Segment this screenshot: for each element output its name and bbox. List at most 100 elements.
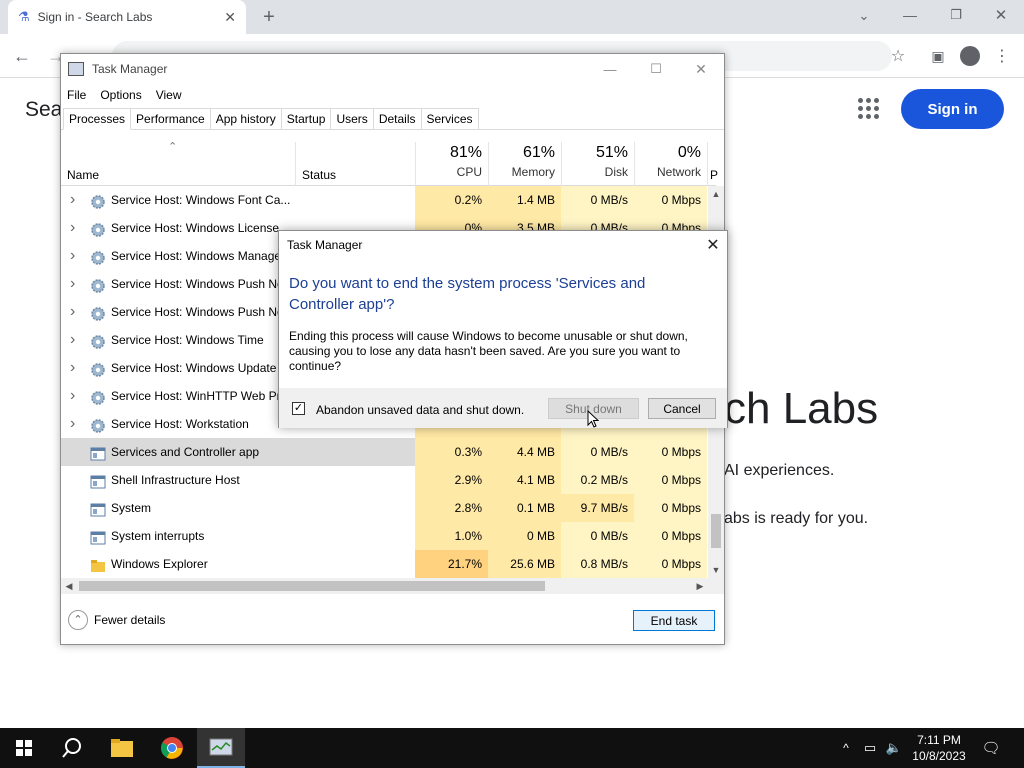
process-row[interactable]: Services and Controller app 0.3% 4.4 MB 0 M… (61, 438, 707, 466)
tab-startup[interactable]: Startup (280, 108, 332, 129)
col-power[interactable]: P (707, 142, 718, 186)
taskbar-file-explorer[interactable] (98, 728, 146, 768)
process-name: Service Host: Workstation (111, 417, 249, 431)
menu-view[interactable]: View (156, 88, 182, 102)
process-row[interactable]: › Service Host: Windows Font Ca... 0.2% 1.4… (61, 186, 707, 214)
side-panel-icon[interactable]: ▣ (928, 46, 948, 66)
col-status-label: Status (302, 168, 337, 182)
tm-maximize-icon[interactable]: ☐ (645, 58, 667, 80)
col-disk[interactable]: 51% Disk (561, 142, 634, 186)
scroll-up-icon[interactable]: ▲ (708, 186, 724, 202)
process-row[interactable]: System interrupts 1.0% 0 MB 0 MB/s 0 Mbps (61, 522, 707, 550)
process-cpu-value: 0.2% (415, 186, 488, 214)
process-mem-value: 0 MB (488, 522, 561, 550)
process-disk-value: 0.8 MB/s (561, 550, 634, 578)
show-hidden-icons-icon[interactable]: ^ (838, 738, 854, 758)
tm-minimize-icon[interactable]: — (599, 58, 621, 80)
tab-users[interactable]: Users (330, 108, 374, 129)
process-row[interactable]: Windows Explorer 21.7% 25.6 MB 0.8 MB/s 0 Mb… (61, 550, 707, 578)
col-name[interactable]: Name (61, 142, 295, 186)
col-status[interactable]: Status (295, 142, 415, 186)
process-name: Service Host: Windows License ... (111, 221, 293, 235)
browser-tab[interactable]: ⚗ Sign in - Search Labs ✕ (8, 0, 246, 34)
process-cpu-value: 2.9% (415, 466, 488, 494)
cancel-button[interactable]: Cancel (648, 398, 716, 419)
expand-chevron-icon[interactable]: › (70, 242, 75, 270)
process-name: Service Host: WinHTTP Web Pro... (111, 389, 298, 403)
expand-chevron-icon[interactable]: › (70, 410, 75, 438)
process-mem-value: 4.1 MB (488, 466, 561, 494)
browser-menu-icon[interactable]: ⋮ (992, 46, 1012, 66)
notifications-icon[interactable]: 🗨 (980, 737, 1002, 759)
taskbar-clock[interactable]: 7:11 PM 10/8/2023 (905, 732, 973, 764)
taskbar-search-button[interactable] (48, 728, 96, 768)
profile-avatar-icon[interactable] (960, 46, 980, 66)
col-memory[interactable]: 61% Memory (488, 142, 561, 186)
process-name: Service Host: Windows Font Ca... (111, 193, 291, 207)
scroll-right-icon[interactable]: ▶ (692, 578, 708, 594)
google-apps-icon[interactable] (858, 98, 880, 120)
close-tab-icon[interactable]: ✕ (224, 9, 236, 26)
task-manager-titlebar[interactable]: Task Manager — ☐ ✕ (61, 54, 724, 84)
tab-app-history[interactable]: App history (209, 108, 282, 129)
abandon-data-label[interactable]: Abandon unsaved data and shut down. (316, 403, 524, 417)
horizontal-scroll-thumb[interactable] (79, 581, 545, 591)
sign-in-button[interactable]: Sign in (901, 89, 1004, 129)
expand-chevron-icon[interactable]: › (70, 186, 75, 214)
start-button[interactable] (0, 728, 48, 768)
dialog-close-icon[interactable]: ✕ (703, 235, 723, 255)
col-network[interactable]: 0% Network (634, 142, 707, 186)
col-cpu-label: CPU (456, 165, 482, 179)
tab-performance[interactable]: Performance (130, 108, 211, 129)
volume-muted-icon[interactable]: 🔈 (884, 738, 904, 758)
horizontal-scrollbar[interactable]: ◀ ▶ (61, 578, 724, 594)
scroll-left-icon[interactable]: ◀ (61, 578, 77, 594)
process-disk-value: 0 MB/s (561, 522, 634, 550)
process-disk-value: 0 MB/s (561, 186, 634, 214)
scroll-down-icon[interactable]: ▼ (708, 562, 724, 578)
page-title-partial: Sea (25, 98, 63, 121)
back-arrow-icon[interactable]: ← (10, 44, 34, 68)
menu-file[interactable]: File (67, 88, 86, 102)
tm-close-icon[interactable]: ✕ (690, 58, 712, 80)
col-cpu[interactable]: 81% CPU (415, 142, 488, 186)
vertical-scroll-thumb[interactable] (711, 514, 721, 548)
service-gear-icon (90, 360, 106, 377)
app-window-icon (90, 528, 106, 545)
tab-title: Sign in - Search Labs (37, 10, 153, 24)
end-task-button[interactable]: End task (633, 610, 715, 631)
process-cpu-value: 2.8% (415, 494, 488, 522)
expand-chevron-icon[interactable]: › (70, 298, 75, 326)
search-labs-favicon-icon: ⚗ (18, 9, 30, 24)
task-manager-footer: ⌃ Fewer details (61, 604, 724, 644)
network-icon[interactable]: ▭ (860, 738, 880, 758)
dialog-title: Task Manager (287, 238, 363, 252)
minimize-icon[interactable]: — (898, 4, 922, 26)
process-row[interactable]: System 2.8% 0.1 MB 9.7 MB/s 0 Mbps (61, 494, 707, 522)
taskbar-chrome[interactable] (148, 728, 196, 768)
restore-icon[interactable]: ❐ (944, 4, 968, 26)
menu-options[interactable]: Options (100, 88, 141, 102)
expand-chevron-icon[interactable]: › (70, 326, 75, 354)
tab-services[interactable]: Services (420, 108, 479, 129)
fewer-details-link[interactable]: Fewer details (94, 613, 165, 627)
taskbar-task-manager[interactable] (197, 728, 245, 768)
expand-chevron-icon[interactable]: › (70, 354, 75, 382)
process-name: Service Host: Windows Update (111, 361, 277, 375)
window-close-icon[interactable]: ✕ (989, 4, 1013, 26)
process-net-value: 0 Mbps (634, 438, 707, 466)
task-manager-app-icon (209, 738, 233, 756)
tab-details[interactable]: Details (372, 108, 422, 129)
collapse-up-icon[interactable]: ⌃ (68, 610, 88, 630)
expand-chevron-icon[interactable]: › (70, 382, 75, 410)
process-row[interactable]: Shell Infrastructure Host 2.9% 4.1 MB 0.2 M… (61, 466, 707, 494)
tab-search-chevron-icon[interactable]: ⌄ (852, 5, 876, 27)
abandon-data-checkbox[interactable]: ✓ (292, 402, 305, 415)
process-name: Shell Infrastructure Host (111, 473, 240, 487)
process-net-value: 0 Mbps (634, 522, 707, 550)
hero-subtitle-2: abs is ready for you. (724, 510, 869, 527)
expand-chevron-icon[interactable]: › (70, 270, 75, 298)
tab-processes[interactable]: Processes (63, 108, 132, 130)
expand-chevron-icon[interactable]: › (70, 214, 75, 242)
new-tab-button[interactable]: + (257, 6, 281, 28)
